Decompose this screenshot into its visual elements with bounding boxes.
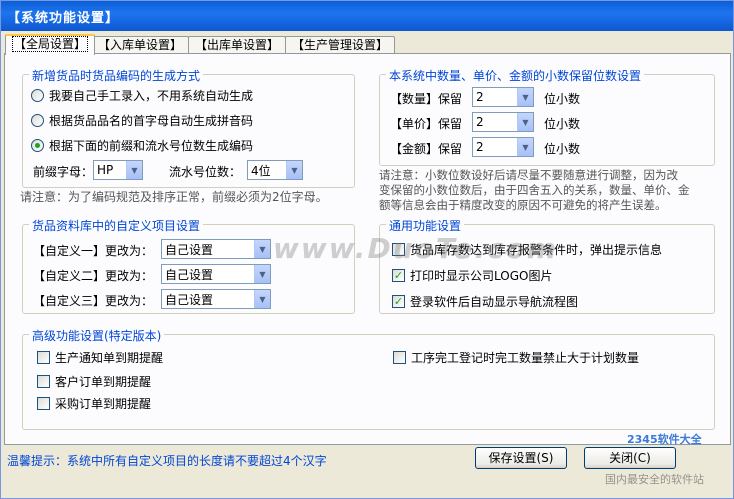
price-decimals-value: 2 [476,115,484,129]
custom-fields-title: 货品资料库中的自定义项目设置 [29,217,204,234]
check-customer-order-due-label: 客户订单到期提醒 [55,375,152,389]
custom3-value: 自己设置 [165,292,214,307]
settings-window: 【系统功能设置】 【全局设置】 【入库单设置】 【出库单设置】 【生产管理设置】… [0,0,734,499]
advanced-group: 高级功能设置(特定版本) 生产通知单到期提醒 客户订单到期提醒 采购订单到期提醒… [22,327,715,430]
watermark-center: www.DuoTe.com [273,232,558,265]
check-purchase-order-due-label: 采购订单到期提醒 [55,397,152,411]
check-process-qty-limit[interactable]: 工序完工登记时完工数量禁止大于计划数量 [393,349,639,366]
radio-manual-indicator[interactable] [31,89,44,102]
decimals-group: 本系统中数量、单价、金额的小数保留位数设置 【数量】保留 2 ▼ 位小数 【单价… [379,67,715,166]
tab-global[interactable]: 【全局设置】 [5,34,96,55]
radio-pinyin-label: 根据货品品名的首字母自动生成拼音码 [49,114,254,128]
amount-decimals-select[interactable]: 2 ▼ [472,137,534,157]
tab-panel-global: 新增货品时货品编码的生成方式 我要自己手工录入，不用系统自动生成 根据货品品名的… [4,53,731,445]
check-purchase-order-due[interactable]: 采购订单到期提醒 [37,395,151,412]
code-gen-group: 新增货品时货品编码的生成方式 我要自己手工录入，不用系统自动生成 根据货品品名的… [22,67,355,188]
chevron-down-icon[interactable]: ▼ [517,88,533,106]
window-title: 【系统功能设置】 [7,11,120,26]
chevron-down-icon[interactable]: ▼ [126,161,142,179]
amount-unit: 位小数 [544,142,581,156]
tab-inbound[interactable]: 【入库单设置】 [91,36,190,54]
custom1-select[interactable]: 自己设置 ▼ [161,239,271,259]
check-process-qty-limit-box[interactable] [393,351,406,364]
radio-prefix-serial[interactable]: 根据下面的前缀和流水号位数生成编码 [31,137,253,154]
custom2-value: 自己设置 [165,267,214,282]
tab-outbound[interactable]: 【出库单设置】 [188,36,287,54]
prefix-value: HP [97,163,114,177]
tab-production[interactable]: 【生产管理设置】 [285,36,396,54]
decimals-note: 请注意：小数位数设好后请尽量不要随意进行调整，因为改 变保留的小数位数后，由于四… [379,168,719,213]
custom3-select[interactable]: 自己设置 ▼ [161,289,271,309]
prefix-select[interactable]: HP ▼ [93,160,143,180]
custom2-select[interactable]: 自己设置 ▼ [161,264,271,284]
check-process-qty-limit-label: 工序完工登记时完工数量禁止大于计划数量 [411,351,640,365]
check-purchase-order-due-box[interactable] [37,397,50,410]
amount-decimals-value: 2 [476,140,484,154]
watermark-corner-bottom: 国内最安全的软件站 [605,473,704,486]
serial-select[interactable]: 4位 ▼ [247,160,303,180]
check-print-logo[interactable]: ✓ 打印时显示公司LOGO图片 [392,267,552,284]
price-decimals-select[interactable]: 2 ▼ [472,112,534,132]
code-gen-note: 请注意：为了编码规范及排序正常，前缀必须为2位字母。 [20,190,328,204]
check-production-due-box[interactable] [37,351,50,364]
chevron-down-icon[interactable]: ▼ [254,265,270,283]
check-icon[interactable]: ✓ [392,269,405,282]
custom3-label: 【自定义三】更改为： [33,294,154,308]
chevron-down-icon[interactable]: ▼ [254,240,270,258]
price-label: 【单价】保留 [390,117,463,131]
check-customer-order-due-box[interactable] [37,375,50,388]
price-unit: 位小数 [544,117,581,131]
check-print-logo-label: 打印时显示公司LOGO图片 [410,269,553,283]
check-show-flowchart-label: 登录软件后自动显示导航流程图 [410,295,579,309]
qty-label: 【数量】保留 [390,92,463,106]
radio-pinyin[interactable]: 根据货品品名的首字母自动生成拼音码 [31,112,253,129]
chevron-down-icon[interactable]: ▼ [254,290,270,308]
radio-manual-label: 我要自己手工录入，不用系统自动生成 [49,89,254,103]
advanced-title: 高级功能设置(特定版本) [29,327,165,344]
chevron-down-icon[interactable]: ▼ [517,138,533,156]
close-button[interactable]: 关闭(C) [584,447,676,469]
check-production-due-label: 生产通知单到期提醒 [55,351,164,365]
custom2-label: 【自定义二】更改为： [33,269,154,283]
check-customer-order-due[interactable]: 客户订单到期提醒 [37,373,151,390]
custom1-label: 【自定义一】更改为： [33,244,154,258]
prefix-label: 前缀字母： [33,165,94,179]
qty-decimals-select[interactable]: 2 ▼ [472,87,534,107]
decimals-note-line2: 变保留的小数位数后，由于四舍五入的关系，数量、单价、金 [379,183,690,197]
save-button[interactable]: 保存设置(S) [475,447,567,469]
amount-label: 【金额】保留 [390,142,463,156]
title-bar: 【系统功能设置】 [1,1,733,31]
footer-tip: 温馨提示：系统中所有自定义项目的长度请不要超过4个汉字 [7,454,327,468]
decimals-note-line1: 请注意：小数位数设好后请尽量不要随意进行调整，因为改 [379,168,678,182]
check-icon[interactable]: ✓ [392,295,405,308]
chevron-down-icon[interactable]: ▼ [286,161,302,179]
radio-prefix-serial-label: 根据下面的前缀和流水号位数生成编码 [49,139,254,153]
custom1-value: 自己设置 [165,242,214,257]
radio-prefix-serial-indicator[interactable] [31,139,44,152]
radio-pinyin-indicator[interactable] [31,114,44,127]
serial-value: 4位 [251,163,271,178]
qty-decimals-value: 2 [476,90,484,104]
chevron-down-icon[interactable]: ▼ [517,113,533,131]
radio-manual[interactable]: 我要自己手工录入，不用系统自动生成 [31,87,253,104]
serial-label: 流水号位数： [169,165,242,179]
decimals-note-line3: 额等信息会由于精度改变的原因不可避免的将产生误差。 [379,198,667,212]
footer-bar: 温馨提示：系统中所有自定义项目的长度请不要超过4个汉字 保存设置(S) 关闭(C… [1,433,734,499]
decimals-title: 本系统中数量、单价、金额的小数保留位数设置 [386,67,645,84]
code-gen-title: 新增货品时货品编码的生成方式 [29,67,204,84]
qty-unit: 位小数 [544,92,581,106]
check-production-due[interactable]: 生产通知单到期提醒 [37,349,163,366]
watermark-corner-top: 2345软件大全 [627,433,702,446]
check-show-flowchart[interactable]: ✓ 登录软件后自动显示导航流程图 [392,293,578,310]
